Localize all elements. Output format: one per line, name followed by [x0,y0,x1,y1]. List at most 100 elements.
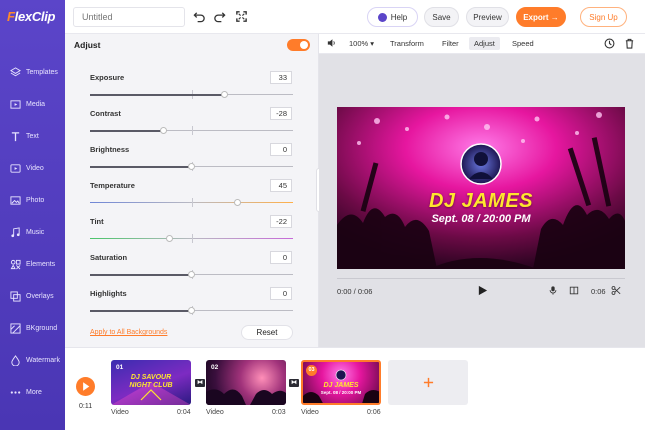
adjust-value-input[interactable]: -28 [270,107,292,120]
plus-icon [423,377,433,388]
scissors-icon[interactable] [611,285,621,298]
sidebar-item-more[interactable]: More [0,385,65,415]
slider-thumb[interactable] [165,234,173,242]
sidebar: FlexClip Templates Media Text Video Phot… [0,0,65,430]
adjust-label: Contrast [90,109,121,118]
top-bar: Help Save Preview Export → Sign Up [65,0,645,34]
volume-icon[interactable] [327,38,337,50]
adjust-value-input[interactable]: 45 [270,179,292,192]
adjust-label: Tint [90,217,104,226]
sidebar-item-watermark[interactable]: Watermark [0,353,65,383]
adjust-slider-track[interactable] [90,234,293,243]
redo-icon[interactable] [213,10,226,23]
adjust-label: Brightness [90,145,130,154]
toggle-knob [300,41,308,49]
reset-button[interactable]: Reset [241,325,293,340]
adjust-control-tint: Tint -22 [65,215,319,253]
slider-fill [90,93,225,96]
adjust-slider-track[interactable] [90,198,293,207]
adjust-panel-title: Adjust [74,40,101,50]
play-icon[interactable] [477,285,488,298]
adjust-control-highlights: Highlights 0 [65,287,319,325]
photo-icon [10,195,21,206]
timeline-clip-3[interactable]: 03 DJ JAMES Sept. 08 / 20:00 PM [301,360,381,405]
save-button[interactable]: Save [424,7,459,27]
sidebar-item-text[interactable]: Text [0,129,65,159]
tab-filter[interactable]: Filter [442,39,459,48]
adjust-control-exposure: Exposure 33 [65,71,319,109]
slider-center-mark [191,234,193,243]
adjust-value-input[interactable]: 0 [270,251,292,264]
adjust-value-input[interactable]: -22 [270,215,292,228]
tab-adjust[interactable]: Adjust [469,37,500,50]
watermark-icon [10,355,21,367]
adjust-control-contrast: Contrast -28 [65,107,319,145]
slider-thumb[interactable] [188,162,195,170]
project-title-input[interactable] [73,7,185,27]
slider-thumb[interactable] [159,126,167,134]
adjust-toggle[interactable] [287,39,310,51]
tab-speed[interactable]: Speed [512,39,534,48]
adjust-slider-track[interactable] [90,270,293,279]
sidebar-item-templates[interactable]: Templates [0,65,65,95]
slider-thumb[interactable] [233,198,241,206]
sidebar-item-video[interactable]: Video [0,161,65,191]
sidebar-item-bkground[interactable]: BKground [0,321,65,351]
microphone-icon[interactable] [548,285,558,298]
split-icon[interactable] [569,285,579,298]
sidebar-item-elements[interactable]: Elements [0,257,65,287]
adjust-control-saturation: Saturation 0 [65,251,319,289]
chat-icon [377,12,387,22]
video-preview-canvas[interactable]: DJ JAMES Sept. 08 / 20:00 PM [337,107,625,269]
transition-icon[interactable]: ⧓ [195,379,205,387]
adjust-panel: Adjust Exposure 33 Contrast -28 Brightness 0 T… [65,34,319,347]
timeline-clip-1[interactable]: 01 DJ SAVOUR NIGHT CLUB [111,360,191,405]
adjust-value-input[interactable]: 0 [270,287,292,300]
undo-icon[interactable] [193,10,206,23]
sidebar-item-overlays[interactable]: Overlays [0,289,65,319]
adjust-slider-track[interactable] [90,162,293,171]
layers-icon [10,67,21,78]
elements-icon [10,259,21,270]
timeline-clip-2[interactable]: 02 [206,360,286,405]
signup-button[interactable]: Sign Up [580,7,627,27]
playback-time: 0:00 / 0:06 [337,287,373,296]
flexclip-logo[interactable]: FlexClip [7,9,55,24]
preview-area: DJ JAMES Sept. 08 / 20:00 PM [319,54,645,347]
adjust-value-input[interactable]: 0 [270,143,292,156]
play-icon [83,382,90,391]
adjust-slider-track[interactable] [90,90,293,99]
adjust-label: Exposure [90,73,125,82]
slider-fill [90,129,164,132]
apply-to-all-backgrounds-link[interactable]: Apply to All Backgrounds [90,329,167,336]
transition-icon[interactable]: ⧓ [289,379,299,387]
slider-fill [90,273,192,276]
playback-duration: 0:06 [591,287,606,296]
sidebar-item-music[interactable]: Music [0,225,65,255]
progress-track[interactable] [337,278,625,279]
slider-thumb[interactable] [188,306,195,314]
add-clip-button[interactable] [388,360,468,405]
music-icon [10,227,21,238]
export-button[interactable]: Export → [516,7,566,27]
adjust-slider-track[interactable] [90,126,293,135]
adjust-label: Temperature [90,181,135,190]
fullscreen-icon[interactable] [235,10,248,23]
clock-icon[interactable] [604,38,615,51]
adjust-slider-track[interactable] [90,306,293,315]
sidebar-item-media[interactable]: Media [0,97,65,127]
slider-thumb[interactable] [221,90,229,98]
zoom-select[interactable]: 100% ▾ [349,39,374,48]
timeline-play-button[interactable] [76,377,95,396]
adjust-control-brightness: Brightness 0 [65,143,319,181]
sidebar-item-photo[interactable]: Photo [0,193,65,223]
media-icon [10,99,21,110]
help-button[interactable]: Help [367,7,418,27]
adjust-value-input[interactable]: 33 [270,71,292,84]
video-icon [10,163,21,174]
slider-thumb[interactable] [188,270,195,278]
tab-transform[interactable]: Transform [390,39,424,48]
more-icon [10,387,21,398]
trash-icon[interactable] [624,38,635,51]
preview-button[interactable]: Preview [466,7,509,27]
